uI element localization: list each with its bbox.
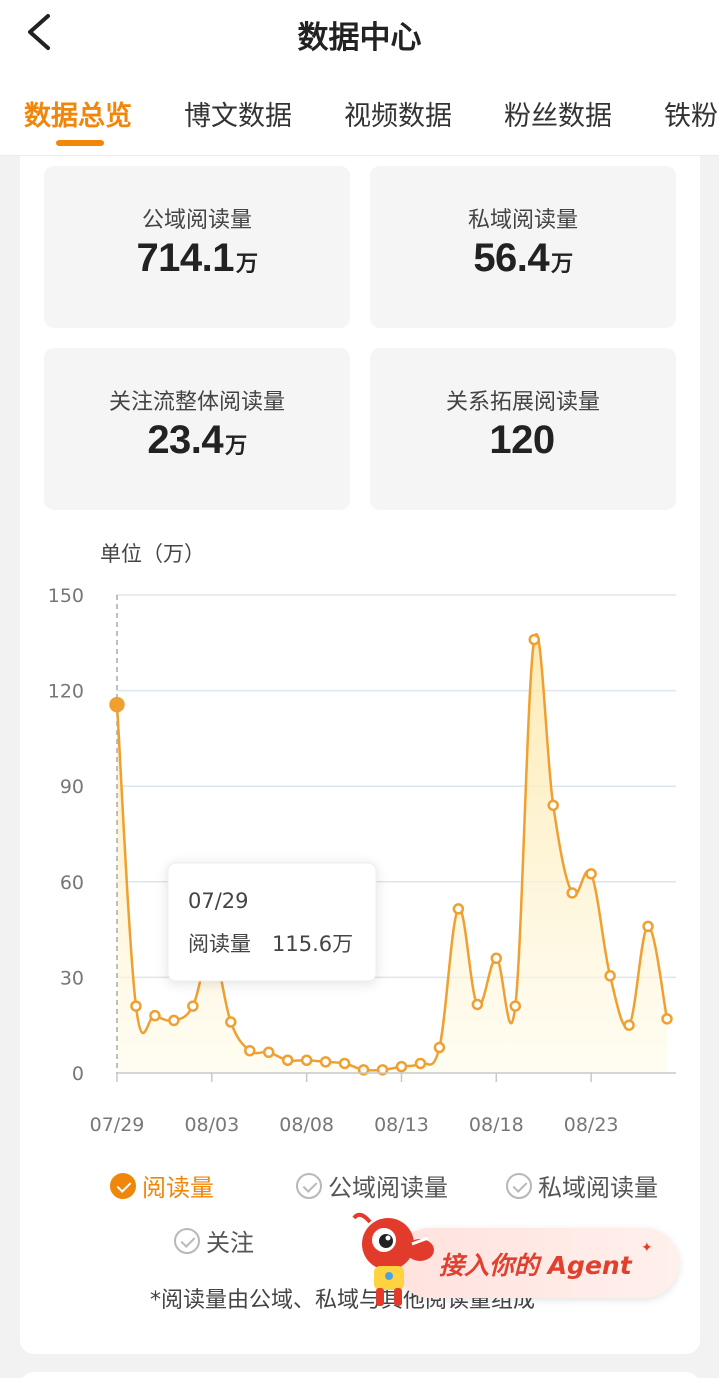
tooltip-date: 07/29: [188, 889, 249, 913]
data-point[interactable]: [642, 920, 654, 933]
tab-post-data[interactable]: 博文数据: [184, 94, 292, 133]
series-area-fill: [117, 634, 667, 1073]
tooltip-label: 阅读量: [188, 932, 251, 956]
data-point[interactable]: [262, 1046, 275, 1059]
top-bar: 数据中心: [0, 0, 719, 66]
agent-entry-label: 接入你的 Agent: [439, 1251, 632, 1280]
check-icon: [110, 1172, 136, 1199]
data-point[interactable]: [471, 998, 484, 1011]
data-point[interactable]: [395, 1060, 408, 1073]
y-tick-label: 0: [72, 1063, 84, 1085]
data-point[interactable]: [338, 1057, 351, 1070]
data-point[interactable]: [319, 1056, 332, 1068]
reads-area-chart[interactable]: 单位（万） 0 30 60 90 120 150 07/29 08/03 08/08 08/13…: [20, 156, 700, 1156]
lobster-mascot-icon[interactable]: [350, 1210, 440, 1310]
legend-follow[interactable]: 关注: [174, 1223, 254, 1258]
next-card: [20, 1372, 700, 1378]
data-point[interactable]: [244, 1044, 256, 1057]
tab-active-indicator: [56, 140, 104, 146]
y-axis-unit-label: 单位（万）: [100, 542, 205, 566]
data-point[interactable]: [149, 1009, 161, 1022]
tab-video-data[interactable]: 视频数据: [344, 94, 452, 133]
legend-reads[interactable]: 阅读量: [110, 1168, 214, 1203]
x-tick-label: 08/03: [184, 1114, 239, 1136]
data-point[interactable]: [281, 1054, 294, 1067]
legend-public-reads[interactable]: 公域阅读量: [296, 1168, 448, 1203]
data-point[interactable]: [566, 887, 578, 899]
y-tick-label: 150: [48, 585, 84, 607]
x-tick-label: 08/13: [374, 1114, 429, 1136]
y-tick-label: 60: [60, 872, 84, 894]
data-point[interactable]: [433, 1041, 446, 1054]
data-point[interactable]: [300, 1054, 313, 1067]
x-tick-label: 07/29: [90, 1114, 145, 1136]
x-tick-label: 08/18: [469, 1114, 524, 1136]
check-icon: [506, 1172, 532, 1199]
tab-bar: 数据总览 博文数据 视频数据 粉丝数据 铁粉: [0, 66, 719, 156]
y-tick-label: 90: [60, 776, 84, 798]
data-point[interactable]: [509, 1000, 522, 1012]
y-tick-label: 120: [48, 681, 84, 703]
tab-fans-data[interactable]: 粉丝数据: [504, 94, 612, 133]
check-icon: [296, 1172, 322, 1199]
sparkle-icon: ✦: [641, 1240, 653, 1256]
data-point[interactable]: [490, 952, 503, 965]
data-point[interactable]: [547, 799, 559, 812]
data-point[interactable]: [661, 1013, 673, 1025]
data-point[interactable]: [585, 868, 597, 880]
data-point[interactable]: [414, 1057, 427, 1070]
x-axis-ticks: 07/29 08/03 08/08 08/13 08/18 08/23: [90, 1073, 619, 1136]
page-title: 数据中心: [297, 20, 422, 56]
data-point[interactable]: [528, 633, 540, 646]
tab-overview[interactable]: 数据总览: [24, 94, 132, 133]
data-point[interactable]: [623, 1019, 635, 1031]
data-point[interactable]: [109, 696, 125, 713]
data-point[interactable]: [225, 1016, 237, 1028]
chart-tooltip: 07/29 阅读量 115.6万: [167, 862, 377, 982]
tab-iron-fans[interactable]: 铁粉: [664, 94, 718, 133]
check-icon: [174, 1227, 200, 1254]
tooltip-value: 115.6万: [272, 932, 353, 956]
data-point[interactable]: [187, 1000, 199, 1012]
data-point[interactable]: [452, 903, 465, 915]
data-point[interactable]: [168, 1014, 180, 1027]
x-tick-label: 08/08: [279, 1114, 334, 1136]
y-tick-label: 30: [60, 967, 84, 989]
data-point[interactable]: [130, 1000, 142, 1012]
legend-private-reads[interactable]: 私域阅读量: [506, 1168, 658, 1203]
data-point[interactable]: [604, 970, 616, 982]
x-tick-label: 08/23: [564, 1114, 619, 1136]
y-axis-ticks: 0 30 60 90 120 150: [48, 585, 84, 1085]
